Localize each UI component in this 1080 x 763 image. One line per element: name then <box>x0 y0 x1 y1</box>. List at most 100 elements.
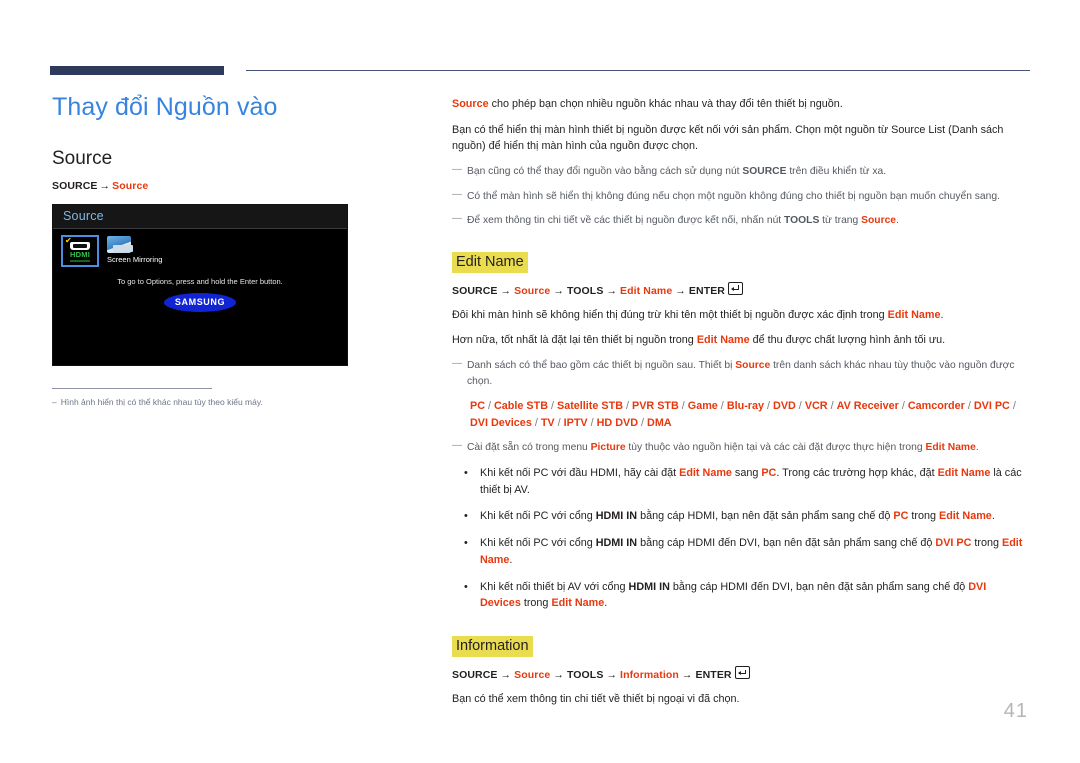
device-name: PVR STB <box>632 399 679 412</box>
bullet-4-c: trong <box>520 597 552 610</box>
note-dash-icon: — <box>452 440 462 452</box>
edit-name-p2-term: Edit Name <box>696 334 750 347</box>
bullet-1-b: sang <box>731 466 762 479</box>
device-name: PC <box>470 399 485 412</box>
device-name: VCR <box>804 399 828 412</box>
tv-screen-hint: To go to Options, press and hold the Ent… <box>117 276 283 286</box>
header-thick-rule <box>50 66 224 75</box>
arrow-icon: → <box>500 669 512 682</box>
bullet-3-r2: DVI PC <box>935 537 972 550</box>
heading-edit-name: Edit Name <box>452 251 528 273</box>
bullet-2-b: bằng cáp HDMI, bạn nên đặt sản phẩm sang… <box>637 510 894 523</box>
arrow-icon: → <box>606 284 618 297</box>
header-thin-rule <box>246 70 1030 71</box>
bullet-4-r3: Edit Name <box>551 597 605 610</box>
bullet-2-r2: PC <box>893 510 909 523</box>
cmd-enter-button: ENTER <box>695 669 732 682</box>
edit-name-note-2-term-picture: Picture <box>590 442 626 454</box>
device-name: DVI PC <box>973 399 1010 412</box>
device-separator: / <box>554 416 564 429</box>
device-name: IPTV <box>563 416 588 429</box>
bullet-3-b: bằng cáp HDMI đến DVI, bạn nên đặt sản p… <box>637 537 936 550</box>
arrow-icon: → <box>606 669 618 682</box>
bullet-3-bold: HDMI IN <box>595 537 638 550</box>
edit-name-paragraph-2: Hơn nữa, tốt nhất là đặt lại tên thiết b… <box>452 332 1030 349</box>
edit-name-note-1: — Danh sách có thể bao gồm các thiết bị … <box>452 358 1030 389</box>
edit-name-note-2: — Cài đặt sẵn có trong menu Picture tùy … <box>452 440 1030 455</box>
intro-note-3: — Để xem thông tin chi tiết về các thiết… <box>452 213 1030 228</box>
tv-screen-title: Source <box>63 209 104 223</box>
bullet-4-a: Khi kết nối thiết bị AV với cổng <box>480 580 629 593</box>
edit-name-p2-b: để thu được chất lượng hình ảnh tối ưu. <box>749 334 946 347</box>
edit-name-note-2-c: . <box>975 442 979 454</box>
intro-lead-term: Source <box>452 98 489 110</box>
bullet-2-bold: HDMI IN <box>595 510 638 523</box>
edit-name-note-1-a: Danh sách có thể bao gồm các thiết bị ng… <box>467 360 736 372</box>
cmd-source-menu: Source <box>514 669 551 682</box>
bullet-1-r2: PC <box>761 466 777 479</box>
supported-device-list: PC / Cable STB / Satellite STB / PVR STB… <box>452 398 1030 431</box>
intro-note-3-after: từ trang <box>819 215 862 227</box>
arrow-icon: → <box>500 284 512 297</box>
enter-key-icon <box>728 281 743 295</box>
bullet-2-c: trong <box>908 510 939 523</box>
device-name: Game <box>687 399 718 412</box>
source-tile-hdmi-label: HDMI <box>70 249 90 259</box>
breadcrumb-target: Source <box>112 179 149 192</box>
cmd-source-menu: Source <box>514 284 551 297</box>
header-rules <box>50 66 1030 78</box>
bullet-4-bold: HDMI IN <box>628 580 670 593</box>
device-name: HD DVD <box>596 416 639 429</box>
samsung-logo-text: SAMSUNG <box>174 297 226 307</box>
samsung-logo: SAMSUNG <box>164 292 236 312</box>
device-name: Camcorder <box>907 399 965 412</box>
command-path-edit-name: SOURCE → Source → TOOLS → Edit Name → ENTER <box>452 281 1030 297</box>
device-name: TV <box>540 416 555 429</box>
bullet-1-r1: Edit Name <box>679 466 732 479</box>
device-separator: / <box>795 399 805 412</box>
edit-name-bullet-list: • Khi kết nối PC với đầu HDMI, hãy cài đ… <box>452 465 1030 612</box>
bullet-3-d: . <box>509 553 513 566</box>
intro-note-2: — Có thể màn hình sẽ hiển thị không đúng… <box>452 189 1030 204</box>
cmd-tools-button: TOOLS <box>566 284 604 297</box>
manual-page: Thay đổi Nguồn vào Source SOURCE → Source … <box>0 0 1080 763</box>
cmd-information-item: Information <box>620 669 679 682</box>
list-item: • Khi kết nối PC với cổng HDMI IN bằng c… <box>452 535 1030 568</box>
note-dash-icon: — <box>452 213 462 225</box>
command-path-information: SOURCE → Source → TOOLS → Information → ENTER <box>452 666 1030 681</box>
intro-note-2-text: Có thể màn hình sẽ hiển thị không đúng n… <box>467 190 1000 202</box>
cmd-tools-button: TOOLS <box>566 669 604 682</box>
hdmi-underline <box>70 259 90 262</box>
intro-note-1: — Bạn cũng có thể thay đổi nguồn vào bằn… <box>452 164 1030 179</box>
list-item: • Khi kết nối PC với đầu HDMI, hãy cài đ… <box>452 465 1030 498</box>
bullet-icon: • <box>464 537 468 550</box>
screen-mirroring-icon <box>107 235 133 253</box>
edit-name-p2-a: Hơn nữa, tốt nhất là đặt lại tên thiết b… <box>452 334 697 347</box>
cmd-source-button: SOURCE <box>452 669 498 682</box>
arrow-icon: → <box>553 669 564 682</box>
device-separator: / <box>898 399 908 412</box>
edit-name-p1-term: Edit Name <box>887 308 941 321</box>
source-tile-screen-mirroring[interactable]: Screen Mirroring <box>107 235 162 264</box>
device-separator: / <box>717 399 727 412</box>
edit-name-note-1-term: Source <box>735 360 771 372</box>
list-item: • Khi kết nối PC với cổng HDMI IN bằng c… <box>452 508 1030 525</box>
intro-note-1-before: Bạn cũng có thể thay đổi nguồn vào bằng … <box>467 166 743 178</box>
bullet-icon: • <box>464 510 468 523</box>
device-name: Cable STB <box>494 399 548 412</box>
source-tile-hdmi[interactable]: ✔ HDMI <box>61 234 99 267</box>
right-column: Source cho phép bạn chọn nhiều nguồn khá… <box>452 96 1030 717</box>
bullet-1-c: . Trong các trường hợp khác, đặt <box>776 466 938 479</box>
device-separator: / <box>531 416 541 429</box>
device-separator: / <box>1009 399 1016 412</box>
intro-note-1-bold: SOURCE <box>742 166 787 178</box>
intro-note-3-bold: TOOLS <box>784 215 820 227</box>
edit-name-p1-b: . <box>940 308 944 321</box>
edit-name-paragraph-1: Đôi khi màn hình sẽ không hiển thị đúng … <box>452 307 1030 324</box>
device-separator: / <box>678 399 688 412</box>
page-number: 41 <box>1003 700 1028 722</box>
device-separator: / <box>587 416 597 429</box>
device-name: DMA <box>647 416 672 429</box>
note-dash-icon: — <box>452 358 462 370</box>
tv-screen-header: Source <box>53 204 347 229</box>
